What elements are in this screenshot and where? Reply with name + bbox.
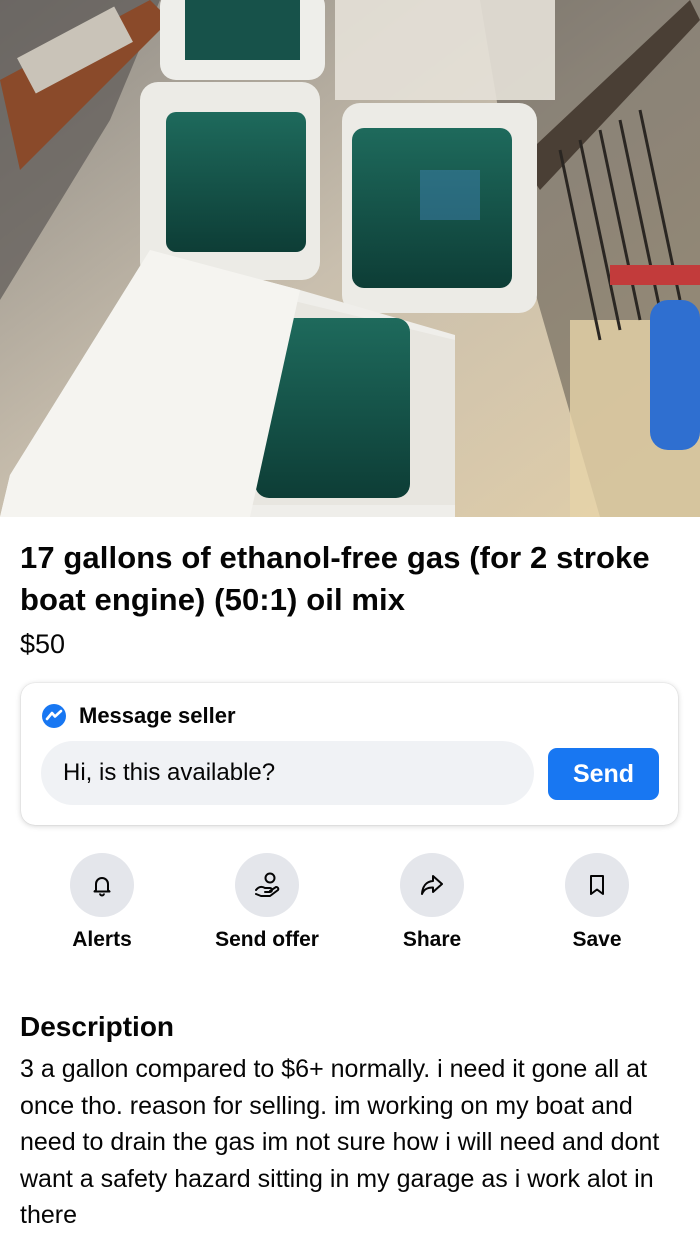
listing-title: 17 gallons of ethanol-free gas (for 2 st… bbox=[20, 540, 650, 617]
share-button[interactable]: Share bbox=[350, 853, 514, 952]
bell-icon bbox=[93, 877, 111, 897]
message-seller-card: Message seller Hi, is this available? Se… bbox=[21, 683, 678, 825]
action-bar: Alerts Send offer Share Save bbox=[0, 853, 700, 963]
share-label: Share bbox=[402, 928, 462, 951]
message-input[interactable]: Hi, is this available? bbox=[41, 741, 534, 805]
send-offer-circle[interactable] bbox=[235, 853, 299, 917]
message-seller-label: Message seller bbox=[79, 703, 236, 728]
save-circle[interactable] bbox=[565, 853, 629, 917]
bookmark-icon bbox=[590, 875, 604, 895]
description-text: 3 a gallon compared to $6+ normally. i n… bbox=[20, 1055, 660, 1229]
description-heading: Description bbox=[20, 1011, 175, 1042]
send-offer-label: Send offer bbox=[215, 928, 319, 951]
share-circle[interactable] bbox=[400, 853, 464, 917]
alerts-button[interactable]: Alerts bbox=[20, 853, 184, 952]
message-seller-header: Message seller bbox=[41, 703, 236, 729]
alerts-circle[interactable] bbox=[70, 853, 134, 917]
messenger-icon bbox=[42, 704, 66, 728]
listing-photo[interactable] bbox=[0, 0, 700, 517]
send-offer-button[interactable]: Send offer bbox=[185, 853, 349, 952]
buckets-of-gas-image bbox=[0, 0, 700, 517]
save-label: Save bbox=[572, 928, 622, 951]
send-button[interactable]: Send bbox=[548, 748, 659, 800]
save-button[interactable]: Save bbox=[515, 853, 679, 952]
alerts-label: Alerts bbox=[72, 928, 132, 951]
listing-price: $50 bbox=[20, 629, 66, 659]
offer-icon bbox=[255, 872, 280, 897]
share-icon bbox=[421, 875, 443, 895]
